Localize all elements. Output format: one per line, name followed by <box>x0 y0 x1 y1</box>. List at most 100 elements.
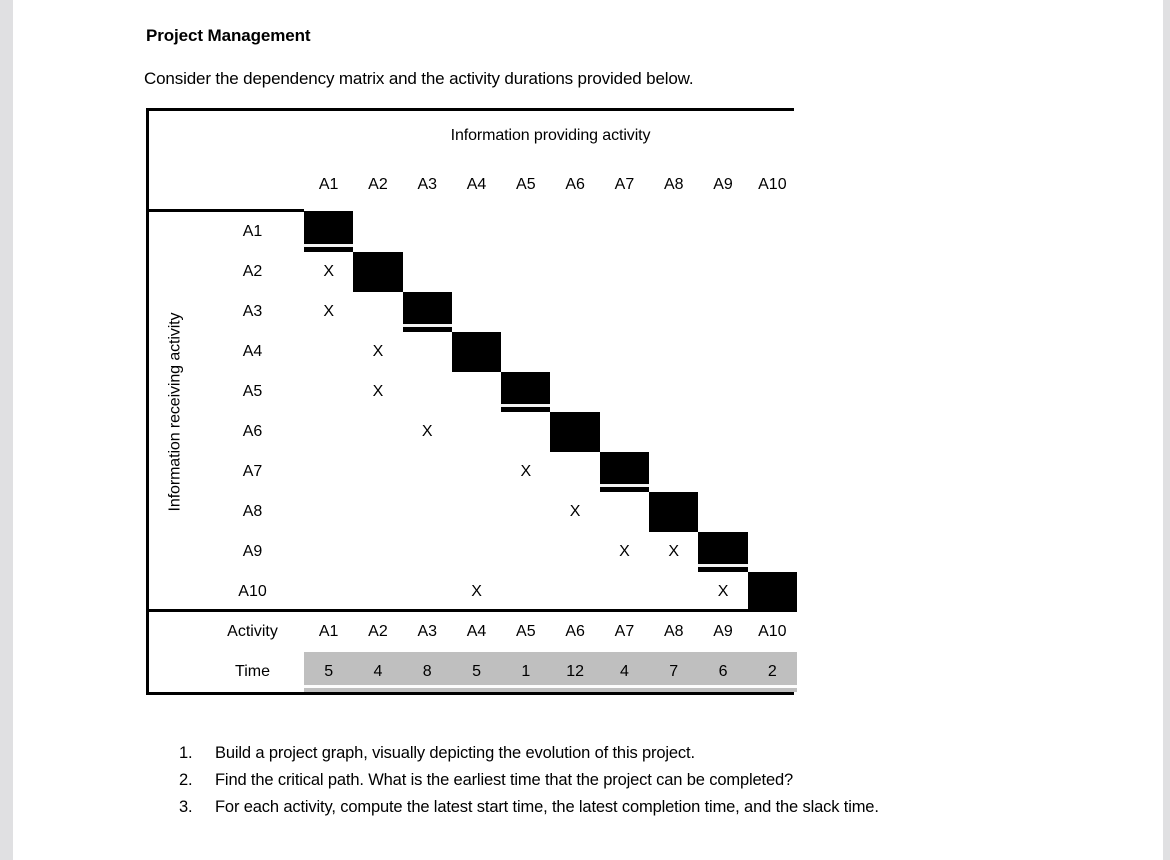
matrix-cell <box>698 372 748 412</box>
matrix-cell <box>501 572 551 612</box>
matrix-cell <box>550 332 600 372</box>
matrix-cell <box>304 572 354 612</box>
matrix-cell <box>501 252 551 292</box>
matrix-cell <box>402 210 452 252</box>
matrix-cell <box>501 492 551 532</box>
matrix-diagonal-cell <box>402 292 452 332</box>
matrix-cell: X <box>304 292 354 332</box>
matrix-row: A3 X <box>149 292 798 332</box>
matrix-cell <box>550 532 600 572</box>
question-number: 1. <box>179 744 193 762</box>
duration-time-value: 7 <box>649 652 699 692</box>
matrix-row-header-a1: A1 <box>201 210 304 252</box>
matrix-column-header-a10: A10 <box>747 160 798 211</box>
matrix-cell <box>599 292 650 332</box>
matrix-cell <box>451 452 502 492</box>
matrix-column-header-a7: A7 <box>599 160 650 211</box>
matrix-diagonal-cell <box>550 412 600 452</box>
matrix-row: A8 X <box>149 492 798 532</box>
matrix-cell <box>649 332 699 372</box>
matrix-row-header-a3: A3 <box>201 292 304 332</box>
matrix-cell <box>698 292 748 332</box>
matrix-column-header-row: A1 A2 A3 A4 A5 A6 A7 A8 A9 A10 <box>149 160 798 212</box>
matrix-group-header-row: Information providing activity <box>149 111 798 160</box>
matrix-cell: X <box>353 332 403 372</box>
matrix-cell <box>501 532 551 572</box>
matrix-cell <box>304 492 354 532</box>
matrix-cell: X <box>599 532 650 572</box>
matrix-cell: X <box>451 572 502 612</box>
duration-activity-a7: A7 <box>599 612 650 652</box>
matrix-cell <box>451 210 502 252</box>
matrix-cell <box>649 412 699 452</box>
matrix-cell <box>599 252 650 292</box>
duration-activity-a1: A1 <box>304 612 354 652</box>
matrix-cell <box>451 292 502 332</box>
matrix-cell: X <box>649 532 699 572</box>
durations-activity-row: Activity A1 A2 A3 A4 A5 A6 A7 A8 A9 A10 <box>149 612 797 692</box>
matrix-cell <box>451 492 502 532</box>
duration-time-value: 1 <box>501 652 551 692</box>
matrix-diagonal-cell <box>501 372 551 412</box>
question-text: Build a project graph, visually depictin… <box>215 744 695 762</box>
duration-time-value: 5 <box>304 652 354 692</box>
matrix-cell <box>402 532 452 572</box>
matrix-cell: X <box>501 452 551 492</box>
question-text: Find the critical path. What is the earl… <box>215 771 794 789</box>
duration-time-value: 5 <box>451 652 502 692</box>
matrix-cell <box>747 492 798 532</box>
durations-time-row: Time 5 4 8 5 1 12 4 7 6 2 <box>149 652 797 692</box>
dependency-matrix: Information providing activity A1 A2 A3 A4 A… <box>146 108 798 615</box>
matrix-diagonal-cell <box>353 252 403 292</box>
matrix-cell <box>304 372 354 412</box>
matrix-column-header-a6: A6 <box>550 160 600 211</box>
matrix-cell <box>402 492 452 532</box>
matrix-cell <box>304 412 354 452</box>
matrix-cell <box>402 572 452 612</box>
matrix-diagonal-cell <box>451 332 502 372</box>
matrix-row: A6 X <box>149 412 798 452</box>
matrix-column-header-a4: A4 <box>451 160 502 211</box>
matrix-cell <box>747 372 798 412</box>
matrix-cell <box>747 332 798 372</box>
matrix-cell <box>550 452 600 492</box>
row-group-header-label: Information receiving activity <box>166 312 183 512</box>
matrix-row: A2 X <box>149 252 798 292</box>
matrix-cell: X <box>550 492 600 532</box>
matrix-cell <box>599 492 650 532</box>
duration-activity-a3: A3 <box>402 612 452 652</box>
matrix-cell <box>501 292 551 332</box>
matrix-cell <box>599 572 650 612</box>
matrix-row-header-a10: A10 <box>201 572 304 612</box>
question-item: 1. Build a project graph, visually depict… <box>179 740 1099 767</box>
matrix-cell: X <box>304 252 354 292</box>
column-group-header: Information providing activity <box>304 111 798 160</box>
matrix-cell <box>304 532 354 572</box>
matrix-cell <box>649 372 699 412</box>
matrix-row-header-a8: A8 <box>201 492 304 532</box>
matrix-cell <box>353 210 403 252</box>
matrix-cell <box>649 210 699 252</box>
matrix-cell <box>649 572 699 612</box>
matrix-cell <box>402 252 452 292</box>
matrix-column-header-a9: A9 <box>698 160 748 211</box>
matrix-cell <box>501 210 551 252</box>
durations-blank-cell <box>149 612 201 692</box>
matrix-column-header-a2: A2 <box>353 160 403 211</box>
matrix-row-header-a9: A9 <box>201 532 304 572</box>
matrix-cell <box>402 452 452 492</box>
duration-time-value: 12 <box>550 652 600 692</box>
question-number: 3. <box>179 798 193 816</box>
matrix-cell: X <box>353 372 403 412</box>
matrix-cell <box>698 210 748 252</box>
duration-activity-a5: A5 <box>501 612 551 652</box>
matrix-corner-blank-2 <box>149 160 304 212</box>
matrix-cell <box>747 210 798 252</box>
matrix-row-header-a5: A5 <box>201 372 304 412</box>
duration-activity-a10: A10 <box>747 612 797 652</box>
matrix-cell <box>451 412 502 452</box>
matrix-cell <box>501 332 551 372</box>
durations-time-label: Time <box>201 652 304 692</box>
matrix-cell <box>451 372 502 412</box>
duration-time-value: 6 <box>698 652 748 692</box>
